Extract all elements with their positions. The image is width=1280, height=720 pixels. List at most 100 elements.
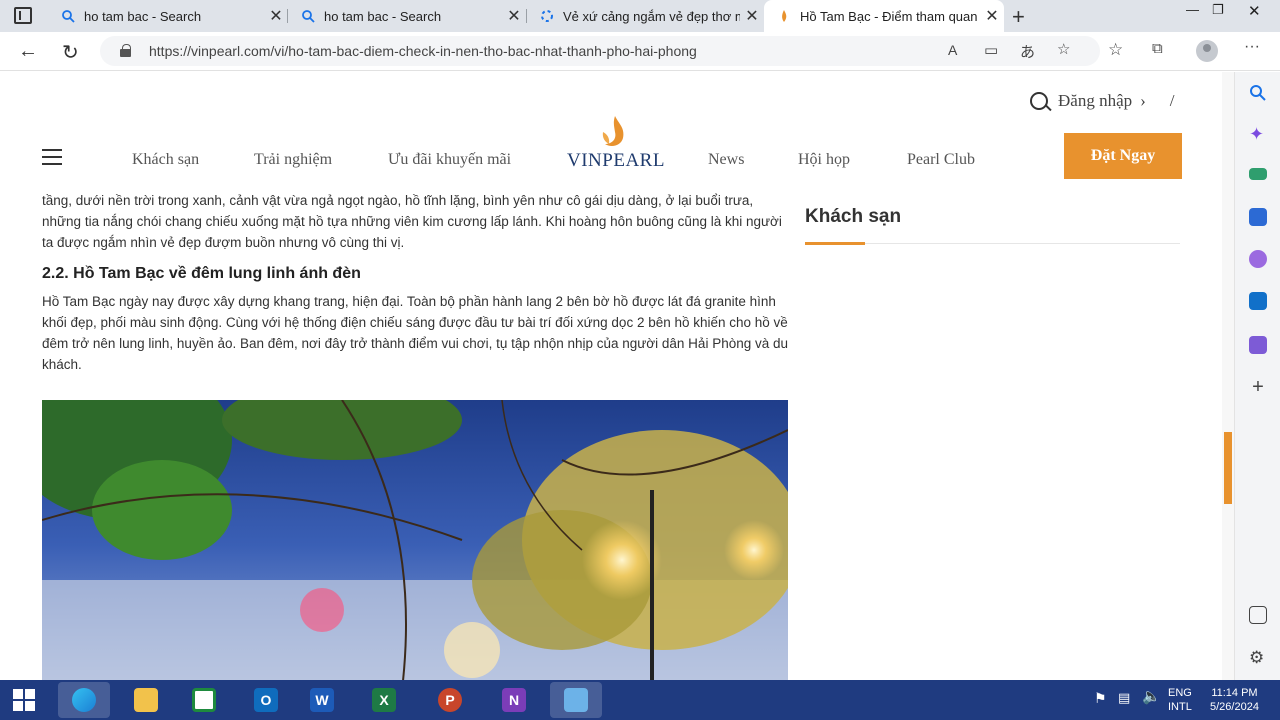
clock-time: 11:14 PM (1211, 687, 1258, 699)
onenote-icon: N (502, 688, 526, 712)
tab-title: ho tam bac - Search (84, 8, 202, 24)
taskbar-powerpoint[interactable]: P (430, 682, 470, 718)
web-page: Đăng nhập › / Khách sạn Trải nghiệm Ưu đ… (0, 72, 1234, 680)
sidebar-accent (805, 242, 865, 245)
outlook-icon[interactable] (1249, 292, 1267, 310)
close-tab-icon[interactable]: ✕ (740, 6, 764, 26)
copilot-icon[interactable]: ✦ (1249, 124, 1267, 144)
back-icon[interactable]: ← (18, 40, 38, 63)
profile-avatar[interactable] (1196, 40, 1218, 62)
volume-icon[interactable]: 🔈 (1142, 689, 1161, 704)
tab-search-1[interactable]: ho tam bac - Search ✕ (48, 0, 288, 32)
article-body: tầng, dưới nền trời trong xanh, cảnh vật… (42, 190, 790, 375)
taskbar-explorer[interactable] (120, 682, 172, 718)
network-icon[interactable]: ▤ (1118, 691, 1130, 705)
page-scrollbar[interactable] (1222, 72, 1234, 680)
search-icon (300, 8, 316, 24)
settings-icon[interactable]: ⚙ (1249, 648, 1267, 667)
collections-icon[interactable]: ⧉ (1152, 40, 1163, 57)
excel-icon: X (372, 688, 396, 712)
immersive-reader-icon[interactable]: ▭ (984, 41, 998, 59)
nav-meetings[interactable]: Hội họp (798, 151, 850, 169)
search-icon[interactable] (1249, 84, 1267, 102)
favorites-icon[interactable]: ☆ (1108, 40, 1123, 60)
search-icon[interactable] (1030, 92, 1048, 110)
edge-icon (72, 688, 96, 712)
outlook-icon: O (254, 688, 278, 712)
powerpoint-icon: P (438, 688, 462, 712)
word-icon: W (310, 688, 334, 712)
sidebar-title: Khách sạn (805, 206, 902, 227)
store-icon (192, 688, 216, 712)
add-icon[interactable]: + (1249, 377, 1267, 397)
close-tab-icon[interactable]: ✕ (980, 6, 1004, 26)
more-options-icon[interactable]: ··· (1244, 38, 1260, 56)
scrollbar-thumb[interactable] (1224, 432, 1232, 504)
tab-bar: ho tam bac - Search ✕ ho tam bac - Searc… (0, 0, 1280, 32)
tab-loading[interactable]: Vẻ xứ cảng ngắm vẻ đẹp thơ mộ ✕ (527, 0, 764, 32)
read-aloud-icon[interactable]: A (948, 42, 957, 58)
lock-icon[interactable] (120, 44, 131, 57)
tab-title: Vẻ xứ cảng ngắm vẻ đẹp thơ mộ (563, 8, 740, 24)
search-icon (60, 8, 76, 24)
close-tab-icon[interactable]: ✕ (264, 6, 288, 26)
folder-icon (134, 688, 158, 712)
tab-search-2[interactable]: ho tam bac - Search ✕ (288, 0, 526, 32)
tab-vinpearl[interactable]: Hồ Tam Bạc - Điểm tham quan n ✕ (764, 0, 1004, 32)
windows-icon (13, 689, 35, 711)
hide-sidebar-icon[interactable] (1249, 606, 1267, 624)
start-button[interactable] (4, 682, 44, 718)
add-favorite-icon[interactable]: ☆ (1057, 40, 1070, 58)
nav-experiences[interactable]: Trải nghiệm (254, 151, 332, 169)
taskbar-control-panel[interactable] (550, 682, 602, 718)
taskbar-onenote[interactable]: N (494, 682, 534, 718)
chevron-right-icon[interactable]: › (1140, 91, 1146, 111)
taskbar-store[interactable] (184, 682, 224, 718)
keyboard-layout: INTL (1168, 701, 1192, 713)
address-bar: ← ↻ https://vinpearl.com/vi/ho-tam-bac-d… (0, 32, 1280, 71)
designer-icon[interactable] (1249, 336, 1267, 354)
nav-pearl-club[interactable]: Pearl Club (907, 151, 975, 169)
taskbar-outlook[interactable]: O (246, 682, 286, 718)
minimize-icon[interactable]: — (1186, 2, 1199, 17)
taskbar: O W X P N ⚑ ▤ 🔈 ENG INTL 11:14 PM 5/26/2… (0, 680, 1280, 720)
clock[interactable]: 11:14 PM 5/26/2024 (1210, 686, 1259, 714)
close-window-icon[interactable]: ✕ (1248, 2, 1261, 20)
logo-text: VINPEARL (567, 150, 665, 171)
close-tab-icon[interactable]: ✕ (502, 6, 526, 26)
clock-date: 5/26/2024 (1210, 701, 1259, 713)
tools-icon[interactable] (1249, 168, 1267, 180)
office-icon[interactable] (1249, 250, 1267, 268)
language-indicator[interactable]: ENG INTL (1168, 686, 1192, 714)
taskbar-edge[interactable] (58, 682, 110, 718)
control-panel-icon (564, 688, 588, 712)
url-field[interactable]: https://vinpearl.com/vi/ho-tam-bac-diem-… (100, 36, 1100, 66)
edge-sidebar: ✦ + ⚙ (1234, 72, 1280, 680)
translate-icon[interactable]: あ (1020, 41, 1035, 62)
tab-title: Hồ Tam Bạc - Điểm tham quan n (800, 8, 980, 24)
night-lake-photo (42, 400, 788, 680)
login-link[interactable]: Đăng nhập (1058, 91, 1132, 111)
taskbar-excel[interactable]: X (364, 682, 404, 718)
header-utility: Đăng nhập › / (1030, 91, 1175, 111)
language-separator: / (1169, 91, 1175, 110)
nav-news[interactable]: News (708, 151, 744, 169)
games-icon[interactable] (1249, 208, 1267, 226)
tab-title: ho tam bac - Search (324, 8, 442, 24)
refresh-icon[interactable]: ↻ (62, 40, 79, 65)
nav-promotions[interactable]: Ưu đãi khuyến mãi (388, 151, 511, 169)
logo-bird-icon (602, 116, 624, 146)
vinpearl-logo[interactable]: VINPEARL (567, 112, 664, 172)
flag-icon[interactable]: ⚑ (1094, 691, 1107, 705)
tab-actions-icon[interactable] (14, 7, 32, 24)
restore-icon[interactable]: ❐ (1212, 2, 1224, 18)
url-text: https://vinpearl.com/vi/ho-tam-bac-diem-… (149, 43, 697, 59)
new-tab-icon[interactable]: + (1012, 4, 1025, 30)
menu-icon[interactable] (42, 149, 62, 165)
book-now-button[interactable]: Đặt Ngay (1064, 133, 1182, 179)
vinpearl-favicon (776, 8, 792, 24)
article-heading: 2.2. Hồ Tam Bạc về đêm lung linh ánh đèn (42, 265, 361, 282)
nav-hotels[interactable]: Khách sạn (132, 151, 199, 169)
language-code: ENG (1168, 687, 1192, 699)
taskbar-word[interactable]: W (302, 682, 342, 718)
